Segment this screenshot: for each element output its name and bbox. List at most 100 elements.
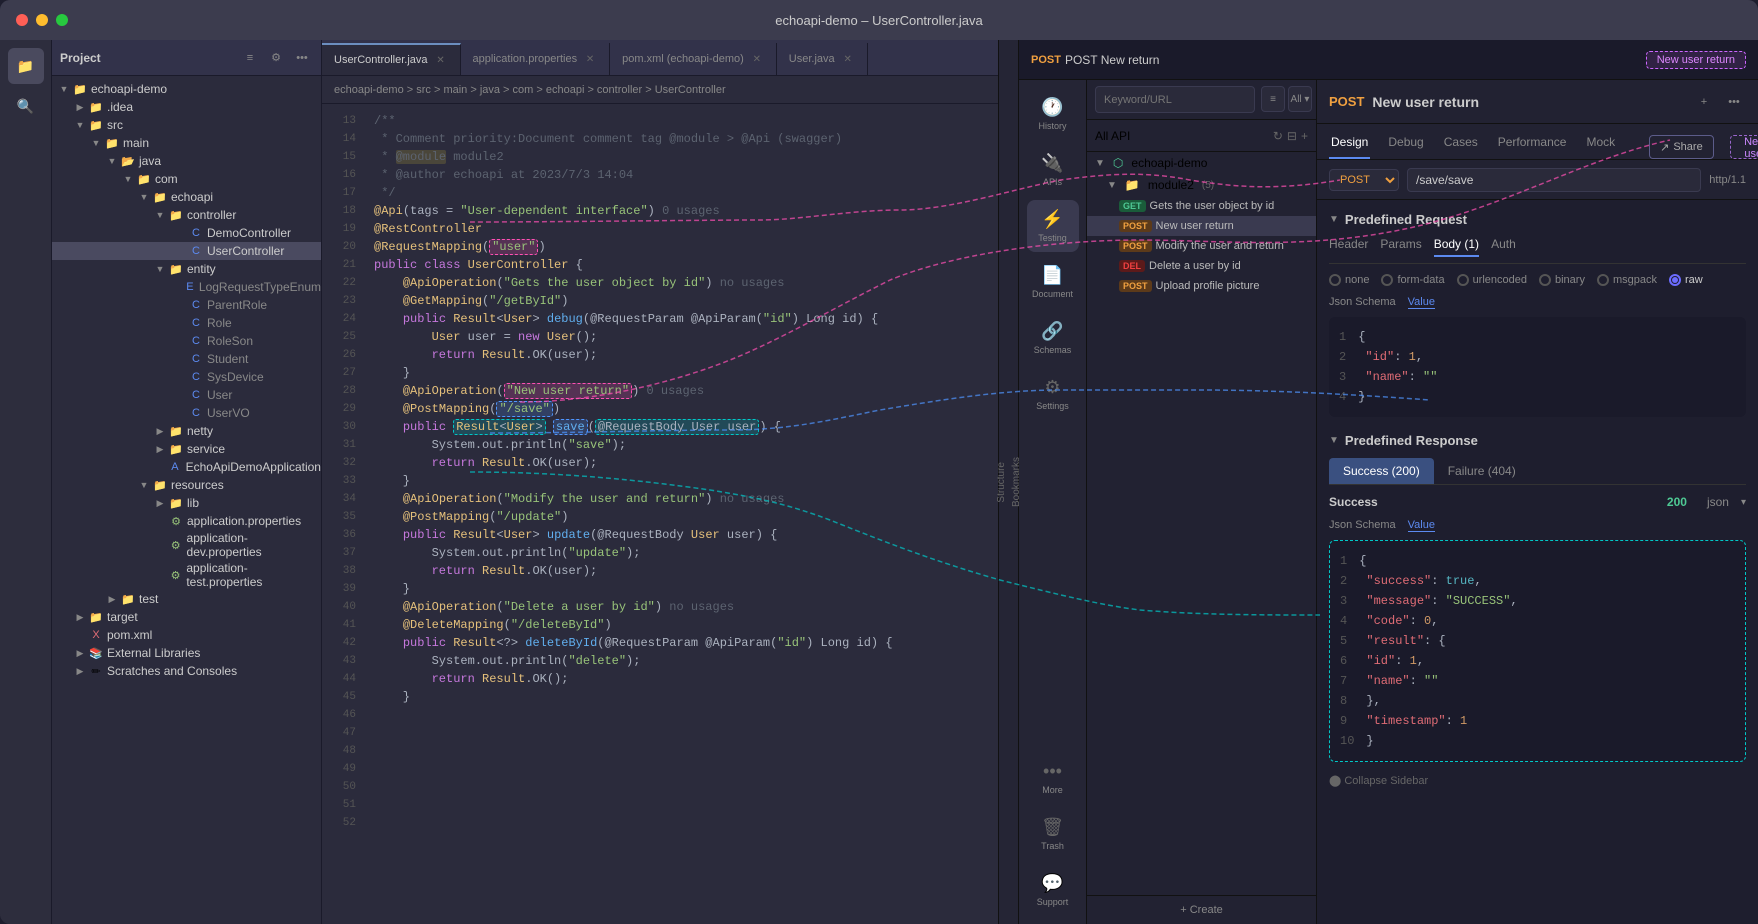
tree-item-uservo[interactable]: ▶CUserVO bbox=[52, 404, 321, 422]
tree-item-target[interactable]: ▶📁target bbox=[52, 608, 321, 626]
more-btn[interactable]: ••• bbox=[291, 47, 313, 69]
tree-item-logrequest[interactable]: ▶ELogRequestTypeEnum bbox=[52, 278, 321, 296]
tree-item-java[interactable]: ▼ 📂 java bbox=[52, 152, 321, 170]
tree-item-echoapidemo[interactable]: ▶AEchoApiDemoApplication bbox=[52, 458, 321, 476]
radio-form-data[interactable]: form-data bbox=[1381, 274, 1444, 286]
tab-params[interactable]: Params bbox=[1380, 237, 1421, 257]
tree-item-student[interactable]: ▶CStudent bbox=[52, 350, 321, 368]
radio-binary[interactable]: binary bbox=[1539, 274, 1585, 286]
minimize-button[interactable] bbox=[36, 14, 48, 26]
window-controls[interactable] bbox=[16, 14, 68, 26]
tree-item-lib[interactable]: ▶📁lib bbox=[52, 494, 321, 512]
predefined-request-header[interactable]: ▼ Predefined Request bbox=[1329, 212, 1746, 227]
tab-mock[interactable]: Mock bbox=[1584, 127, 1617, 159]
tab-auth[interactable]: Auth bbox=[1491, 237, 1516, 257]
tab-debug[interactable]: Debug bbox=[1386, 127, 1425, 159]
code-body[interactable]: /** * Comment priority:Document comment … bbox=[362, 104, 998, 924]
tree-item-netty[interactable]: ▶📁netty bbox=[52, 422, 321, 440]
api-endpoint-del-user[interactable]: DEL Delete a user by id bbox=[1087, 256, 1316, 276]
tab-pom-xml[interactable]: pom.xml (echoapi-demo) ✕ bbox=[610, 43, 777, 75]
nav-document[interactable]: 📄 Document bbox=[1027, 256, 1079, 308]
api-endpoint-get-user[interactable]: GET Gets the user object by id bbox=[1087, 196, 1316, 216]
tree-item-parentrole[interactable]: ▶CParentRole bbox=[52, 296, 321, 314]
tree-item-entity[interactable]: ▼ 📁 entity bbox=[52, 260, 321, 278]
method-select[interactable]: POST GET PUT DELETE bbox=[1329, 169, 1399, 191]
tree-item-application-prop[interactable]: ▶⚙application.properties bbox=[52, 512, 321, 530]
search-icon[interactable]: 🔍 bbox=[8, 88, 44, 124]
tree-item-service[interactable]: ▶📁service bbox=[52, 440, 321, 458]
structure-label[interactable]: Structure bbox=[994, 454, 1009, 511]
tree-item-test[interactable]: ▶📁test bbox=[52, 590, 321, 608]
project-icon[interactable]: 📁 bbox=[8, 48, 44, 84]
share-btn[interactable]: ↗ Share bbox=[1649, 135, 1714, 159]
tree-item-user[interactable]: ▶CUser bbox=[52, 386, 321, 404]
collapse-sidebar-btn[interactable]: ⬤ Collapse Sidebar bbox=[1329, 774, 1746, 787]
nav-trash[interactable]: 🗑 Trash bbox=[1027, 808, 1079, 860]
tree-item-resources[interactable]: ▼📁resources bbox=[52, 476, 321, 494]
response-section-header[interactable]: ▼ Predefined Response bbox=[1329, 433, 1746, 448]
api-endpoint-post-upload[interactable]: POST Upload profile picture bbox=[1087, 276, 1316, 296]
api-project-root[interactable]: ▼ ⬡ echoapi-demo bbox=[1087, 152, 1316, 174]
filter-btn[interactable]: ≡ bbox=[1261, 86, 1285, 112]
tab-body[interactable]: Body (1) bbox=[1434, 237, 1479, 257]
collapse-all-btn[interactable]: ≡ bbox=[239, 47, 261, 69]
tree-item-idea[interactable]: ▶ 📁 .idea bbox=[52, 98, 321, 116]
nav-settings[interactable]: ⚙ Settings bbox=[1027, 368, 1079, 420]
maximize-button[interactable] bbox=[56, 14, 68, 26]
settings-btn[interactable]: ⚙ bbox=[265, 47, 287, 69]
json-schema-tab[interactable]: Json Schema bbox=[1329, 296, 1396, 309]
api-body-section[interactable]: ▼ Predefined Request Header Params bbox=[1317, 200, 1758, 924]
radio-msgpack[interactable]: msgpack bbox=[1597, 274, 1657, 286]
tree-item-scratches[interactable]: ▶✏Scratches and Consoles bbox=[52, 662, 321, 680]
resp-json-schema-tab[interactable]: Json Schema bbox=[1329, 519, 1396, 532]
resp-tab-failure[interactable]: Failure (404) bbox=[1434, 458, 1530, 484]
tab-usercontroller[interactable]: UserController.java ✕ bbox=[322, 43, 461, 75]
tab-close-btn[interactable]: ✕ bbox=[841, 52, 855, 66]
radio-raw[interactable]: raw bbox=[1669, 274, 1703, 286]
tab-header[interactable]: Header bbox=[1329, 237, 1368, 257]
tree-item-application-test-prop[interactable]: ▶⚙application-test.properties bbox=[52, 560, 321, 590]
tree-item-pomxml[interactable]: ▶Xpom.xml bbox=[52, 626, 321, 644]
api-module[interactable]: ▼ 📁 module2 (5) bbox=[1087, 174, 1316, 196]
nav-schemas[interactable]: 🔗 Schemas bbox=[1027, 312, 1079, 364]
nav-history[interactable]: 🕐 History bbox=[1027, 88, 1079, 140]
radio-urlencoded[interactable]: urlencoded bbox=[1457, 274, 1527, 286]
tab-user-java[interactable]: User.java ✕ bbox=[777, 43, 868, 75]
api-endpoint-post-modify[interactable]: POST Modify the user and return bbox=[1087, 236, 1316, 256]
tree-item-roleson[interactable]: ▶CRoleSon bbox=[52, 332, 321, 350]
tree-item-com[interactable]: ▼ 📁 com bbox=[52, 170, 321, 188]
chevron-down-icon[interactable]: ▾ bbox=[1741, 497, 1746, 508]
bookmarks-label[interactable]: Bookmarks bbox=[1009, 449, 1024, 515]
tree-item-echoapi[interactable]: ▼ 📁 echoapi bbox=[52, 188, 321, 206]
nav-more[interactable]: ••• More bbox=[1027, 752, 1079, 804]
tree-item-controller[interactable]: ▼ 📁 controller bbox=[52, 206, 321, 224]
resp-value-tab[interactable]: Value bbox=[1408, 519, 1435, 532]
radio-none[interactable]: none bbox=[1329, 274, 1369, 286]
tab-close-btn[interactable]: ✕ bbox=[583, 52, 597, 66]
tree-item-sysdevice[interactable]: ▶CSysDevice bbox=[52, 368, 321, 386]
nav-apis[interactable]: 🔌 APIs bbox=[1027, 144, 1079, 196]
add-action-btn[interactable]: + bbox=[1692, 90, 1716, 114]
tab-close-btn[interactable]: ✕ bbox=[750, 52, 764, 66]
new-user-return-top-btn[interactable]: New user return bbox=[1646, 51, 1746, 69]
add-tree-icon[interactable]: + bbox=[1301, 129, 1308, 143]
tree-item-application-dev-prop[interactable]: ▶⚙application-dev.properties bbox=[52, 530, 321, 560]
tree-item-democontroller[interactable]: ▶ C DemoController bbox=[52, 224, 321, 242]
tab-design[interactable]: Design bbox=[1329, 127, 1370, 159]
new-endpoint-btn[interactable]: New user return bbox=[1730, 135, 1758, 159]
more-action-btn[interactable]: ••• bbox=[1722, 90, 1746, 114]
tab-performance[interactable]: Performance bbox=[1496, 127, 1569, 159]
resp-tab-success[interactable]: Success (200) bbox=[1329, 458, 1434, 484]
tree-item-src[interactable]: ▼ 📁 src bbox=[52, 116, 321, 134]
value-tab[interactable]: Value bbox=[1408, 296, 1435, 309]
nav-testing[interactable]: ⚡ Testing bbox=[1027, 200, 1079, 252]
tree-item-role[interactable]: ▶CRole bbox=[52, 314, 321, 332]
tab-cases[interactable]: Cases bbox=[1442, 127, 1480, 159]
all-btn[interactable]: All ▾ bbox=[1288, 86, 1312, 112]
nav-support[interactable]: 💬 Support bbox=[1027, 864, 1079, 916]
tab-close-btn[interactable]: ✕ bbox=[434, 53, 448, 67]
refresh-icon[interactable]: ↻ bbox=[1273, 129, 1283, 143]
close-button[interactable] bbox=[16, 14, 28, 26]
tree-item-echoapi-demo[interactable]: ▼ 📁 echoapi-demo bbox=[52, 80, 321, 98]
api-endpoint-post-new-user[interactable]: POST New user return bbox=[1087, 216, 1316, 236]
